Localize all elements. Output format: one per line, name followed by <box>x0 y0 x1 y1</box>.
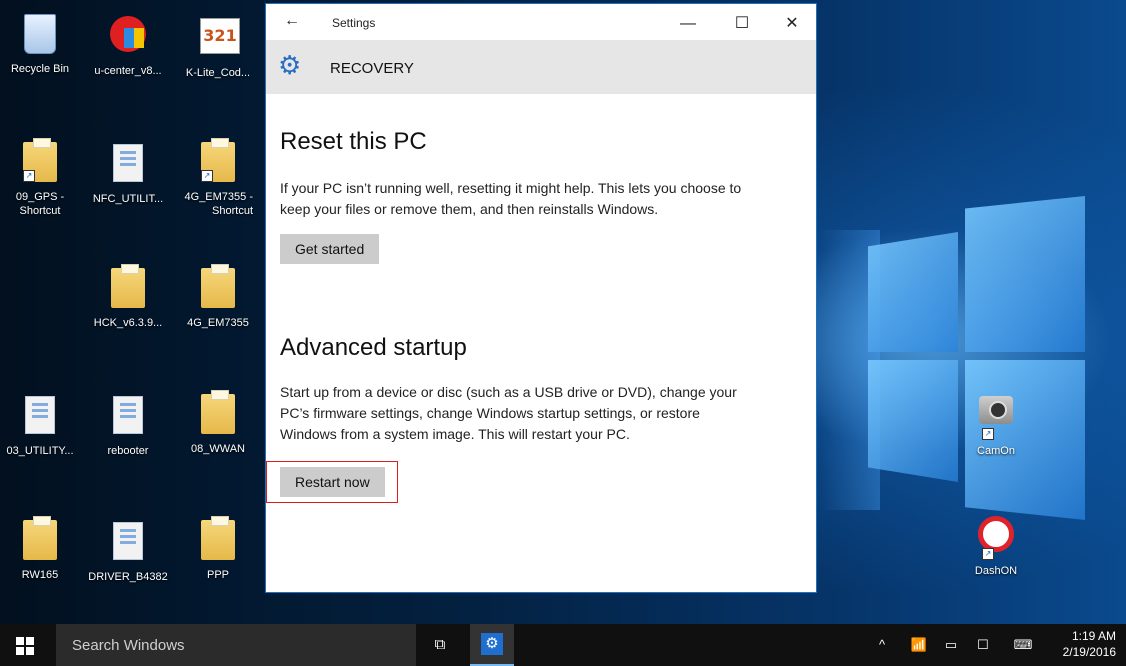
action-center-icon[interactable]: ☐ <box>970 624 996 666</box>
restart-now-button[interactable]: Restart now <box>280 467 385 497</box>
folder-icon: ↗ <box>201 138 235 182</box>
get-started-button[interactable]: Get started <box>280 234 380 264</box>
taskbar-settings-app[interactable]: ⚙ <box>470 624 514 666</box>
folder-icon <box>201 390 235 434</box>
taskbar: Search Windows ⧉ ⚙ ^ 📶 ▭ ☐ ⌨ 1:19 AM 2/1… <box>0 624 1126 666</box>
desktop-icon-rebooter[interactable]: rebooter <box>86 392 170 458</box>
desktop-icon-label: DashON <box>974 565 1018 577</box>
desktop-icon-09-gps[interactable]: ↗ 09_GPS - Shortcut <box>0 138 82 218</box>
windows-logo-icon <box>26 637 34 645</box>
desktop-icon-label: Recycle Bin <box>10 63 70 75</box>
desktop-icon-08-wwan[interactable]: 08_WWAN <box>176 390 260 456</box>
folder-icon <box>201 264 235 308</box>
shortcut-arrow-icon: ↗ <box>982 428 994 440</box>
page-header: ⚙ RECOVERY <box>266 40 816 94</box>
back-arrow-icon[interactable]: ← <box>284 12 300 30</box>
folder-icon <box>23 516 57 560</box>
windows-logo-icon <box>16 647 24 655</box>
wallpaper-logo-pane <box>868 232 958 352</box>
desktop-icon-4g-em7355[interactable]: 4G_EM7355 <box>176 264 260 330</box>
task-view-icon[interactable]: ⧉ <box>418 624 462 666</box>
close-button[interactable]: ✕ <box>776 10 808 38</box>
reset-description: If your PC isn’t running well, resetting… <box>280 180 742 217</box>
taskbar-clock[interactable]: 1:19 AM 2/19/2016 <box>1063 628 1116 660</box>
wallpaper-logo-pane <box>868 360 958 482</box>
maximize-button[interactable]: ☐ <box>726 10 758 38</box>
shortcut-arrow-icon: ↗ <box>201 170 213 182</box>
clock-date: 2/19/2016 <box>1062 645 1116 659</box>
gear-icon: ⚙ <box>278 50 302 80</box>
desktop-icon-driver-b4382[interactable]: DRIVER_B4382 <box>86 518 170 584</box>
desktop-icon-label: PPP <box>206 569 229 581</box>
desktop-icon-label: CamOn <box>977 445 1015 457</box>
desktop-icon-recycle-bin[interactable]: Recycle Bin <box>0 12 82 76</box>
desktop-icon-03-utility[interactable]: 03_UTILITY... <box>0 392 82 458</box>
shortcut-arrow-icon: ↗ <box>982 548 994 560</box>
desktop-icon-label: 4G_EM7355 - Shortcut <box>184 191 253 217</box>
keyboard-icon[interactable]: ⌨ <box>1010 624 1036 666</box>
show-hidden-icons-icon[interactable]: ^ <box>872 624 892 666</box>
u-center-icon <box>110 16 146 52</box>
desktop-icon-nfc-utility[interactable]: NFC_UTILIT... <box>86 140 170 206</box>
desktop-icon-hck[interactable]: HCK_v6.3.9... <box>86 264 170 330</box>
advanced-startup-description: Start up from a device or disc (such as … <box>280 384 737 442</box>
recycle-bin-icon <box>24 14 56 54</box>
desktop-icon-u-center[interactable]: u-center_v8... <box>86 12 170 78</box>
minimize-button[interactable]: — <box>672 10 704 38</box>
desktop-icon-ppp[interactable]: PPP <box>176 516 260 582</box>
document-icon <box>25 396 55 434</box>
search-box[interactable]: Search Windows <box>56 624 416 666</box>
document-icon <box>113 396 143 434</box>
desktop-icon-label: RW165 <box>21 569 59 581</box>
desktop-icon-camon[interactable]: ↗ CamOn <box>954 386 1038 458</box>
desktop-icon-k-lite[interactable]: 321 K-Lite_Cod... <box>176 12 260 80</box>
desktop-icon-label: HCK_v6.3.9... <box>93 317 163 329</box>
window-title: Settings <box>332 16 376 30</box>
clock-time: 1:19 AM <box>1071 629 1116 643</box>
shortcut-arrow-icon: ↗ <box>23 170 35 182</box>
start-button[interactable] <box>0 624 50 666</box>
desktop-icon-rw165[interactable]: RW165 <box>0 516 82 582</box>
page-title: RECOVERY <box>330 60 414 77</box>
desktop-icon-label: DRIVER_B4382 <box>88 571 168 583</box>
desktop-icon-label: 08_WWAN <box>191 443 245 455</box>
desktop-icon-label: 09_GPS - Shortcut <box>15 191 65 217</box>
desktop-icon-4g-em7355-shortcut[interactable]: ↗ 4G_EM7355 - Shortcut <box>176 138 260 218</box>
desktop-icon-label: rebooter <box>107 445 149 457</box>
battery-icon[interactable]: ▭ <box>938 624 964 666</box>
document-icon <box>113 522 143 560</box>
gear-icon: ⚙ <box>481 633 503 655</box>
advanced-startup-heading: Advanced startup <box>280 334 467 361</box>
wifi-icon[interactable]: 📶 <box>906 624 932 666</box>
windows-logo-icon <box>16 637 24 645</box>
desktop-icon-label: 03_UTILITY... <box>6 445 74 457</box>
k-lite-icon: 321 <box>200 18 240 54</box>
windows-logo-icon <box>26 647 34 655</box>
desktop-icon-dashon[interactable]: ↗ DashON <box>954 512 1038 578</box>
folder-icon <box>111 264 145 308</box>
dashon-icon <box>978 516 1014 552</box>
settings-window: ← Settings — ☐ ✕ ⚙ RECOVERY Reset this P… <box>265 3 817 593</box>
recovery-content: Reset this PC If your PC isn’t running w… <box>266 128 816 503</box>
reset-heading: Reset this PC <box>280 128 427 155</box>
search-placeholder: Search Windows <box>72 637 185 654</box>
camera-icon <box>979 396 1013 424</box>
desktop-icon-label: NFC_UTILIT... <box>92 193 164 205</box>
wallpaper-logo-pane <box>965 196 1085 352</box>
desktop-icon-label: K-Lite_Cod... <box>185 67 251 79</box>
document-icon <box>113 144 143 182</box>
restart-now-highlight: Restart now <box>266 461 398 503</box>
folder-icon <box>201 516 235 560</box>
desktop-icon-label: 4G_EM7355 <box>187 317 249 329</box>
desktop-icon-label: u-center_v8... <box>94 65 162 77</box>
folder-icon: ↗ <box>23 138 57 182</box>
